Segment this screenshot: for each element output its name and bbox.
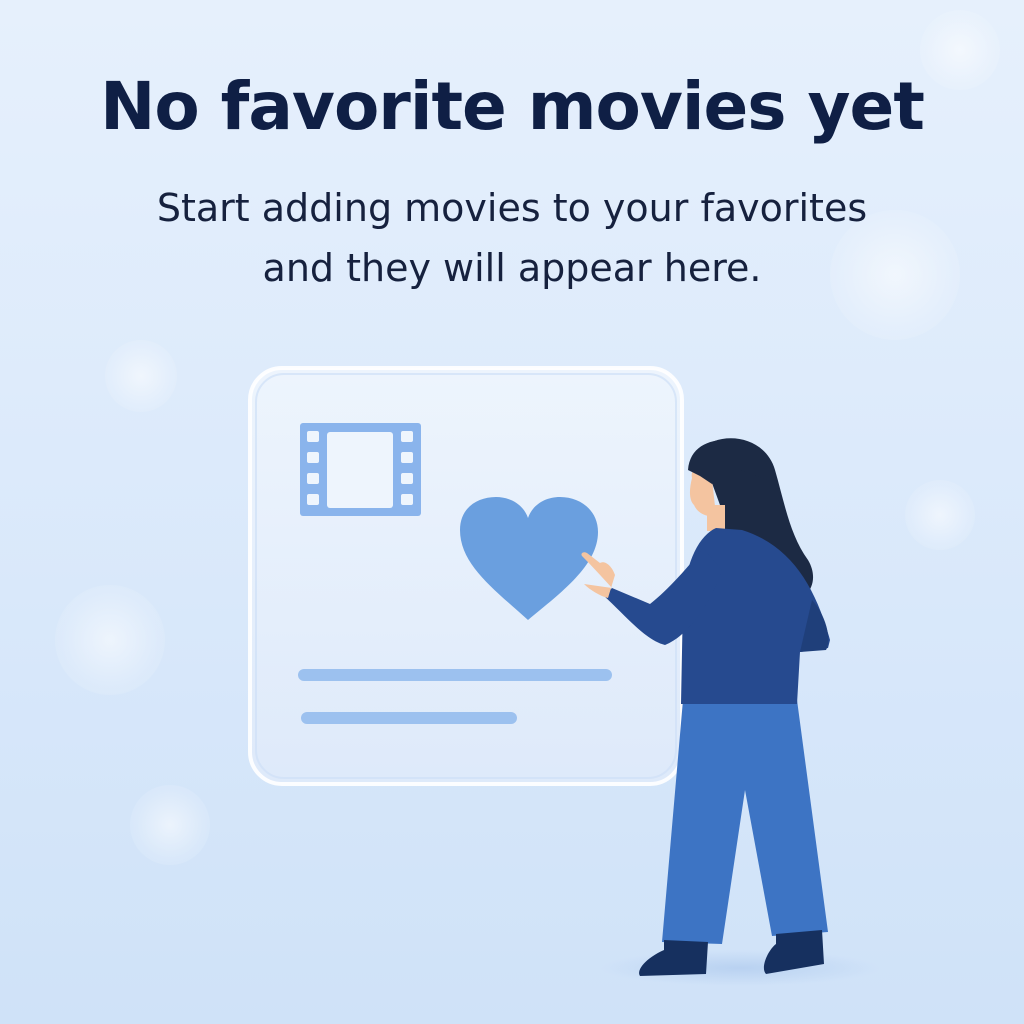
favorites-empty-state: No favorite movies yet Start adding movi… [0,0,1024,1024]
pants [662,700,828,944]
card-text-line [298,669,612,681]
card-text-line [301,712,517,724]
empty-state-illustration [248,366,880,986]
film-strip-icon [300,423,421,516]
